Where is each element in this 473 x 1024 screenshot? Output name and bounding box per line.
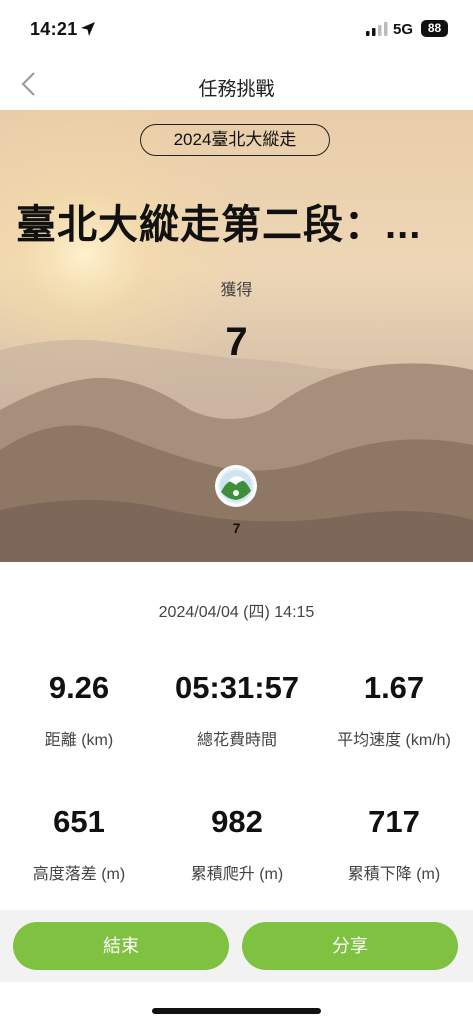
stat-total-descent: 717 累積下降 (m) [315, 804, 473, 884]
stat-label: 總花費時間 [196, 732, 277, 749]
end-button[interactable]: 結束 [13, 922, 229, 970]
page-title: 任務挑戰 [198, 79, 275, 100]
stat-average-speed: 1.67 平均速度 (km/h) [315, 670, 473, 750]
challenge-title: 臺北大縱走第二段：... [16, 203, 422, 247]
signal-icon [366, 22, 388, 36]
stat-label: 距離 (km) [44, 732, 114, 749]
location-arrow-icon [81, 22, 95, 36]
stat-total-time: 05:31:57 總花費時間 [158, 670, 316, 750]
nav-bar: 任務挑戰 [0, 60, 473, 110]
stat-distance: 9.26 距離 (km) [0, 670, 158, 750]
battery-indicator: 88 [421, 20, 448, 37]
status-time: 14:21 [30, 19, 78, 39]
mountain-badge-icon [215, 465, 257, 507]
badge-count: 7 [232, 520, 241, 536]
status-bar: 14:21 5G 88 [0, 0, 473, 60]
stat-total-ascent: 982 累積爬升 (m) [158, 804, 316, 884]
stat-value: 651 [53, 804, 105, 839]
stat-label: 累積下降 (m) [347, 866, 441, 883]
gain-value: 7 [225, 320, 248, 364]
stat-value: 9.26 [48, 670, 110, 705]
stat-value: 1.67 [363, 670, 425, 705]
stat-value: 982 [211, 804, 263, 839]
activity-datetime: 2024/04/04 (四) 14:15 [158, 604, 315, 621]
event-tag: 2024臺北大縱走 [140, 124, 330, 156]
stat-elevation-difference: 651 高度落差 (m) [0, 804, 158, 884]
bottom-action-bar: 結束 分享 [0, 910, 473, 982]
stat-label: 平均速度 (km/h) [337, 732, 451, 749]
gain-label: 獲得 [220, 282, 253, 299]
home-indicator [152, 1008, 321, 1014]
stat-value: 05:31:57 [174, 670, 300, 705]
stat-label: 累積爬升 (m) [190, 866, 284, 883]
share-button[interactable]: 分享 [242, 922, 458, 970]
stat-value: 717 [368, 804, 420, 839]
hero-banner: 2024臺北大縱走 臺北大縱走第二段：... 獲得 7 7 [0, 110, 473, 562]
stat-label: 高度落差 (m) [32, 866, 126, 883]
network-type: 5G [393, 21, 414, 38]
